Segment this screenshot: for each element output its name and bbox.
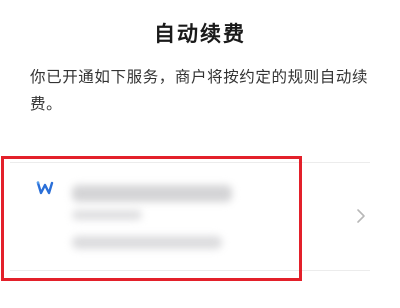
page-title: 自动续费	[154, 22, 246, 46]
divider	[10, 270, 370, 271]
obscured-service-info	[72, 236, 222, 249]
merchant-w-logo-icon	[36, 181, 54, 195]
service-list-item[interactable]	[0, 156, 400, 284]
obscured-service-name	[72, 185, 232, 202]
chevron-right-icon[interactable]	[356, 208, 366, 224]
obscured-service-detail	[72, 210, 142, 220]
service-description: 你已开通如下服务，商户将按约定的规则自动续费。	[30, 68, 369, 113]
